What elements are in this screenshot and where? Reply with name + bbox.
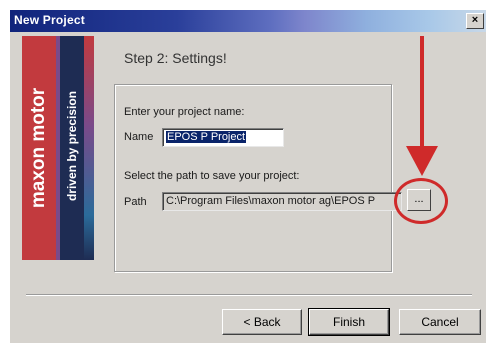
window-title: New Project bbox=[14, 13, 85, 27]
button-separator bbox=[26, 294, 472, 296]
finish-button[interactable]: Finish bbox=[308, 308, 390, 336]
close-button[interactable]: × bbox=[466, 13, 484, 29]
back-button[interactable]: < Back bbox=[222, 309, 302, 335]
step-heading: Step 2: Settings! bbox=[124, 50, 227, 66]
maxon-brand-banner: maxon motor driven by precision bbox=[22, 36, 94, 260]
title-bar[interactable]: New Project × bbox=[10, 10, 486, 32]
banner-purple-stripe bbox=[56, 36, 60, 260]
brand-tagline: driven by precision bbox=[65, 90, 79, 202]
path-input[interactable]: C:\Program Files\maxon motor ag\EPOS P bbox=[162, 192, 402, 211]
project-name-input[interactable]: EPOS P Project bbox=[162, 128, 284, 147]
annotation-arrow-shaft bbox=[420, 36, 424, 156]
annotation-arrow-head bbox=[406, 146, 438, 176]
project-name-label: Name bbox=[124, 131, 154, 143]
project-name-value: EPOS P Project bbox=[166, 131, 247, 143]
cancel-button[interactable]: Cancel bbox=[399, 309, 481, 335]
path-value: C:\Program Files\maxon motor ag\EPOS P bbox=[166, 195, 376, 207]
project-name-prompt: Enter your project name: bbox=[124, 106, 245, 118]
brand-name: maxon motor bbox=[28, 87, 49, 209]
annotation-circle bbox=[394, 178, 448, 224]
path-label: Path bbox=[124, 196, 147, 208]
path-prompt: Select the path to save your project: bbox=[124, 170, 300, 182]
banner-gradient-stripe bbox=[84, 36, 94, 260]
